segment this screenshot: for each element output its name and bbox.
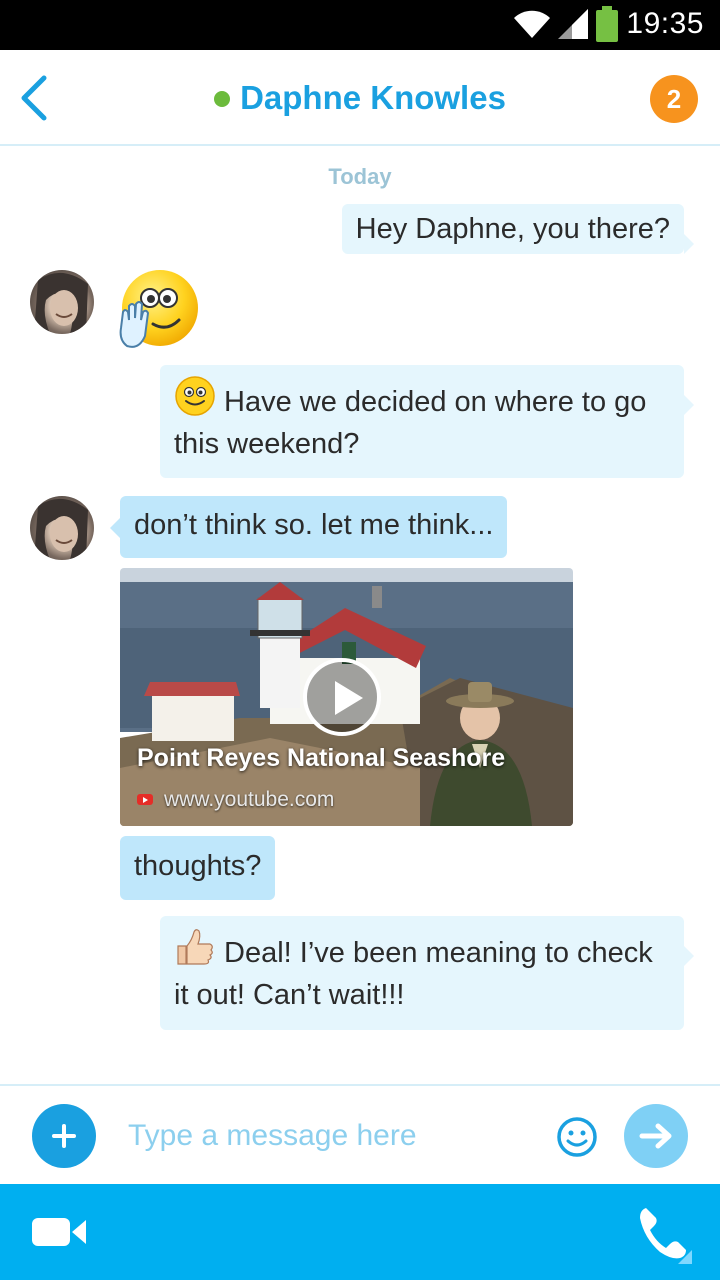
wifi-icon — [514, 10, 551, 38]
contact-name: Daphne Knowles — [240, 79, 506, 116]
call-toolbar — [0, 1184, 720, 1280]
presence-online-icon — [214, 91, 231, 107]
message-text: Have we decided on where to go this week… — [174, 386, 647, 460]
send-button[interactable] — [624, 1104, 688, 1168]
chat-header: Daphne Knowles 2 — [0, 50, 720, 146]
send-arrow-icon — [639, 1123, 672, 1149]
message-text: Hey Daphne, you there? — [355, 213, 670, 245]
compose-bar — [0, 1084, 720, 1184]
message-input[interactable] — [128, 1110, 528, 1162]
wave-emoticon-icon — [119, 270, 198, 348]
outgoing-message[interactable]: Have we decided on where to go this week… — [160, 365, 694, 478]
avatar[interactable] — [30, 270, 94, 334]
thumbs-up-emoticon-icon — [177, 929, 213, 965]
video-url: www.youtube.com — [164, 788, 335, 811]
incoming-message[interactable]: thoughts? — [120, 836, 276, 900]
status-bar: 19:35 — [0, 0, 720, 50]
video-title: Point Reyes National Seashore — [137, 744, 506, 772]
incoming-message[interactable]: don’t think so. let me think... — [109, 496, 508, 558]
video-call-icon[interactable] — [30, 1212, 90, 1252]
add-attachment-button[interactable] — [32, 1104, 96, 1168]
message-text: Deal! I’ve been meaning to check it out!… — [174, 937, 653, 1011]
clock: 19:35 — [626, 7, 704, 40]
smile-emoticon-icon — [175, 376, 215, 416]
outgoing-message[interactable]: Hey Daphne, you there? — [341, 204, 695, 254]
play-icon[interactable] — [303, 658, 381, 736]
avatar[interactable] — [30, 496, 94, 560]
outgoing-message[interactable]: Deal! I’ve been meaning to check it out!… — [160, 916, 694, 1030]
phone-icon[interactable] — [632, 1204, 692, 1264]
conversation[interactable]: Today Hey Daphne, you there? Have we dec… — [0, 148, 720, 1084]
battery-icon — [596, 6, 619, 42]
message-text: don’t think so. let me think... — [134, 509, 494, 541]
signal-icon — [558, 9, 589, 39]
day-separator: Today — [328, 164, 392, 189]
unread-badge[interactable]: 2 — [650, 75, 698, 123]
emoticon-picker-icon[interactable] — [556, 1116, 598, 1158]
contact-title[interactable]: Daphne Knowles — [0, 50, 720, 146]
video-link-preview[interactable]: Point Reyes National Seashore www.youtub… — [120, 568, 573, 826]
youtube-icon — [137, 794, 153, 805]
message-text: thoughts? — [134, 850, 262, 882]
